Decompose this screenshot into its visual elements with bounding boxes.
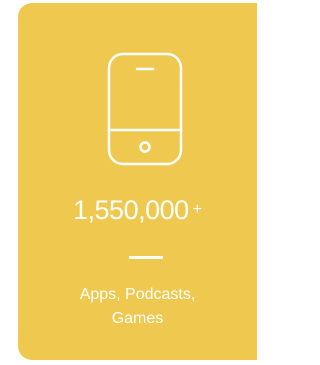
stat-suffix: +	[192, 201, 202, 218]
smartphone-icon	[107, 52, 183, 166]
caption-line-1: Apps, Podcasts,	[79, 286, 196, 303]
divider	[129, 256, 163, 259]
stat-card: 1,550,000 + Apps, Podcasts, Games	[18, 3, 257, 360]
stat-caption: Apps, Podcasts, Games	[18, 283, 257, 331]
caption-line-2: Games	[111, 310, 164, 327]
stat-row: 1,550,000 +	[18, 193, 257, 227]
stat-value: 1,550,000	[73, 195, 189, 225]
